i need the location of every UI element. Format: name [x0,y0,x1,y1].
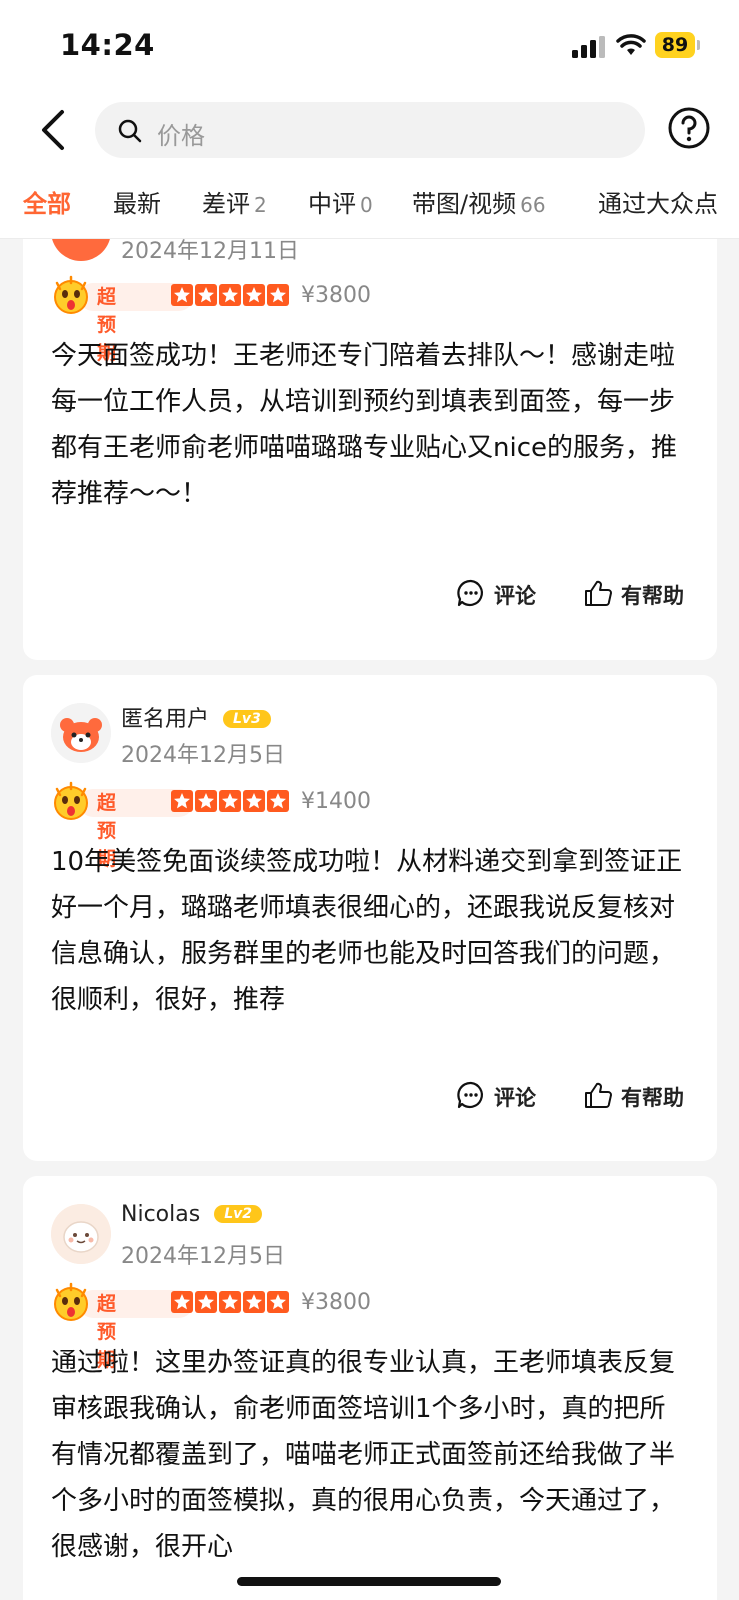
status-bar: 14:24 89 [0,0,739,90]
star-icon [267,1291,289,1313]
star-rating [171,790,291,816]
tab-label: 中评 [308,190,356,218]
star-icon [219,1291,241,1313]
tab-count: 0 [360,193,373,217]
star-icon [267,790,289,812]
tab-neutral[interactable]: 中评 0 [308,184,373,219]
search-placeholder: 价格 [157,122,205,150]
review-card: 匿名用户 Lv3 2024年12月5日 超预期 ¥1400 10年美签免面谈续签成… [23,675,717,1161]
review-content: 今天面签成功！王老师还专门陪着去排队～！感谢走啦每一位工作人员，从培训到预约到填… [51,341,677,509]
review-price: ¥1400 [301,789,371,814]
status-time: 14:24 [60,28,155,62]
tab-negative[interactable]: 差评 2 [202,184,267,219]
review-price: ¥3800 [301,1290,371,1315]
review-card: Nicolas Lv2 2024年12月5日 超预期 ¥3800 通过啦！这里办签… [23,1176,717,1600]
cartoon-avatar-icon [51,1204,111,1264]
level-badge: Lv2 [214,1205,262,1223]
review-content: 通过啦！这里办签证真的很专业认真，王老师填表反复审核跟我确认，俞老师面签培训1个… [51,1348,676,1562]
comment-label: 评论 [494,1086,536,1110]
thumbs-up-icon [585,1082,612,1108]
tab-label: 全部 [23,190,71,218]
star-icon [219,790,241,812]
tab-count: 66 [520,193,546,217]
star-icon [171,284,193,306]
helpful-button[interactable]: 有帮助 [583,578,703,612]
review-content: 10年美签免面谈续签成功啦！从材料递交到拿到签证正好一个月，璐璐老师填表很细心的… [51,847,683,1015]
star-rating [171,284,291,310]
tab-label: 差评 [202,190,250,218]
comment-icon [457,579,483,607]
shocked-face-icon [54,1282,88,1321]
review-date: 2024年12月5日 [121,743,285,768]
thumbs-up-icon [585,580,612,606]
wifi-icon [616,34,646,55]
star-icon [195,1291,217,1313]
tab-label: 通过大众点 [598,190,718,218]
battery-level: 89 [655,32,695,58]
comment-label: 评论 [494,584,536,608]
star-icon [267,284,289,306]
helpful-label: 有帮助 [621,584,684,608]
star-rating [171,1291,291,1317]
user-name[interactable]: 匿名用户 [121,707,209,732]
search-bar[interactable]: 价格 [95,102,645,158]
review-date: 2024年12月5日 [121,1244,285,1269]
level-badge: Lv3 [223,710,271,728]
avatar[interactable] [51,239,111,261]
tab-with-media[interactable]: 带图/视频 66 [412,184,546,219]
comment-button[interactable]: 评论 [456,578,556,612]
tab-passed[interactable]: 通过大众点 [598,184,718,219]
star-icon [243,284,265,306]
cellular-signal-icon [572,36,605,58]
review-price: ¥3800 [301,283,371,308]
star-icon [243,790,265,812]
star-icon [195,284,217,306]
comment-icon [457,1081,483,1109]
star-icon [219,284,241,306]
tab-label: 带图/视频 [412,190,517,218]
avatar[interactable] [51,1204,111,1264]
helpful-label: 有帮助 [621,1086,684,1110]
shocked-face-icon [54,275,88,314]
help-icon[interactable] [667,106,711,150]
user-name-row: Nicolas Lv2 [121,1202,262,1227]
review-card: 2024年12月11日 超预期 ¥3800 今天面签成功！王老师还专门陪着去排队… [23,239,717,660]
review-filter-tabs: 全部 最新 差评 2 中评 0 带图/视频 66 通过大众点 [0,170,739,239]
tab-label: 最新 [113,190,161,218]
shocked-face-icon [54,781,88,820]
helpful-button[interactable]: 有帮助 [583,1080,703,1114]
home-indicator[interactable] [237,1577,501,1586]
tab-all[interactable]: 全部 [23,184,71,219]
red-panda-avatar-icon [51,703,111,763]
star-icon [171,790,193,812]
user-name[interactable]: Nicolas [121,1202,200,1227]
back-arrow-icon[interactable] [36,108,70,152]
tab-count: 2 [254,193,267,217]
star-icon [171,1291,193,1313]
nav-bar: 价格 [0,90,739,170]
user-name-row: 匿名用户 Lv3 [121,701,271,733]
tab-latest[interactable]: 最新 [113,184,161,219]
search-icon [118,119,142,143]
comment-button[interactable]: 评论 [456,1080,556,1114]
star-icon [195,790,217,812]
star-icon [243,1291,265,1313]
review-date: 2024年12月11日 [121,239,299,264]
battery-icon: 89 [655,32,701,58]
avatar[interactable] [51,703,111,763]
